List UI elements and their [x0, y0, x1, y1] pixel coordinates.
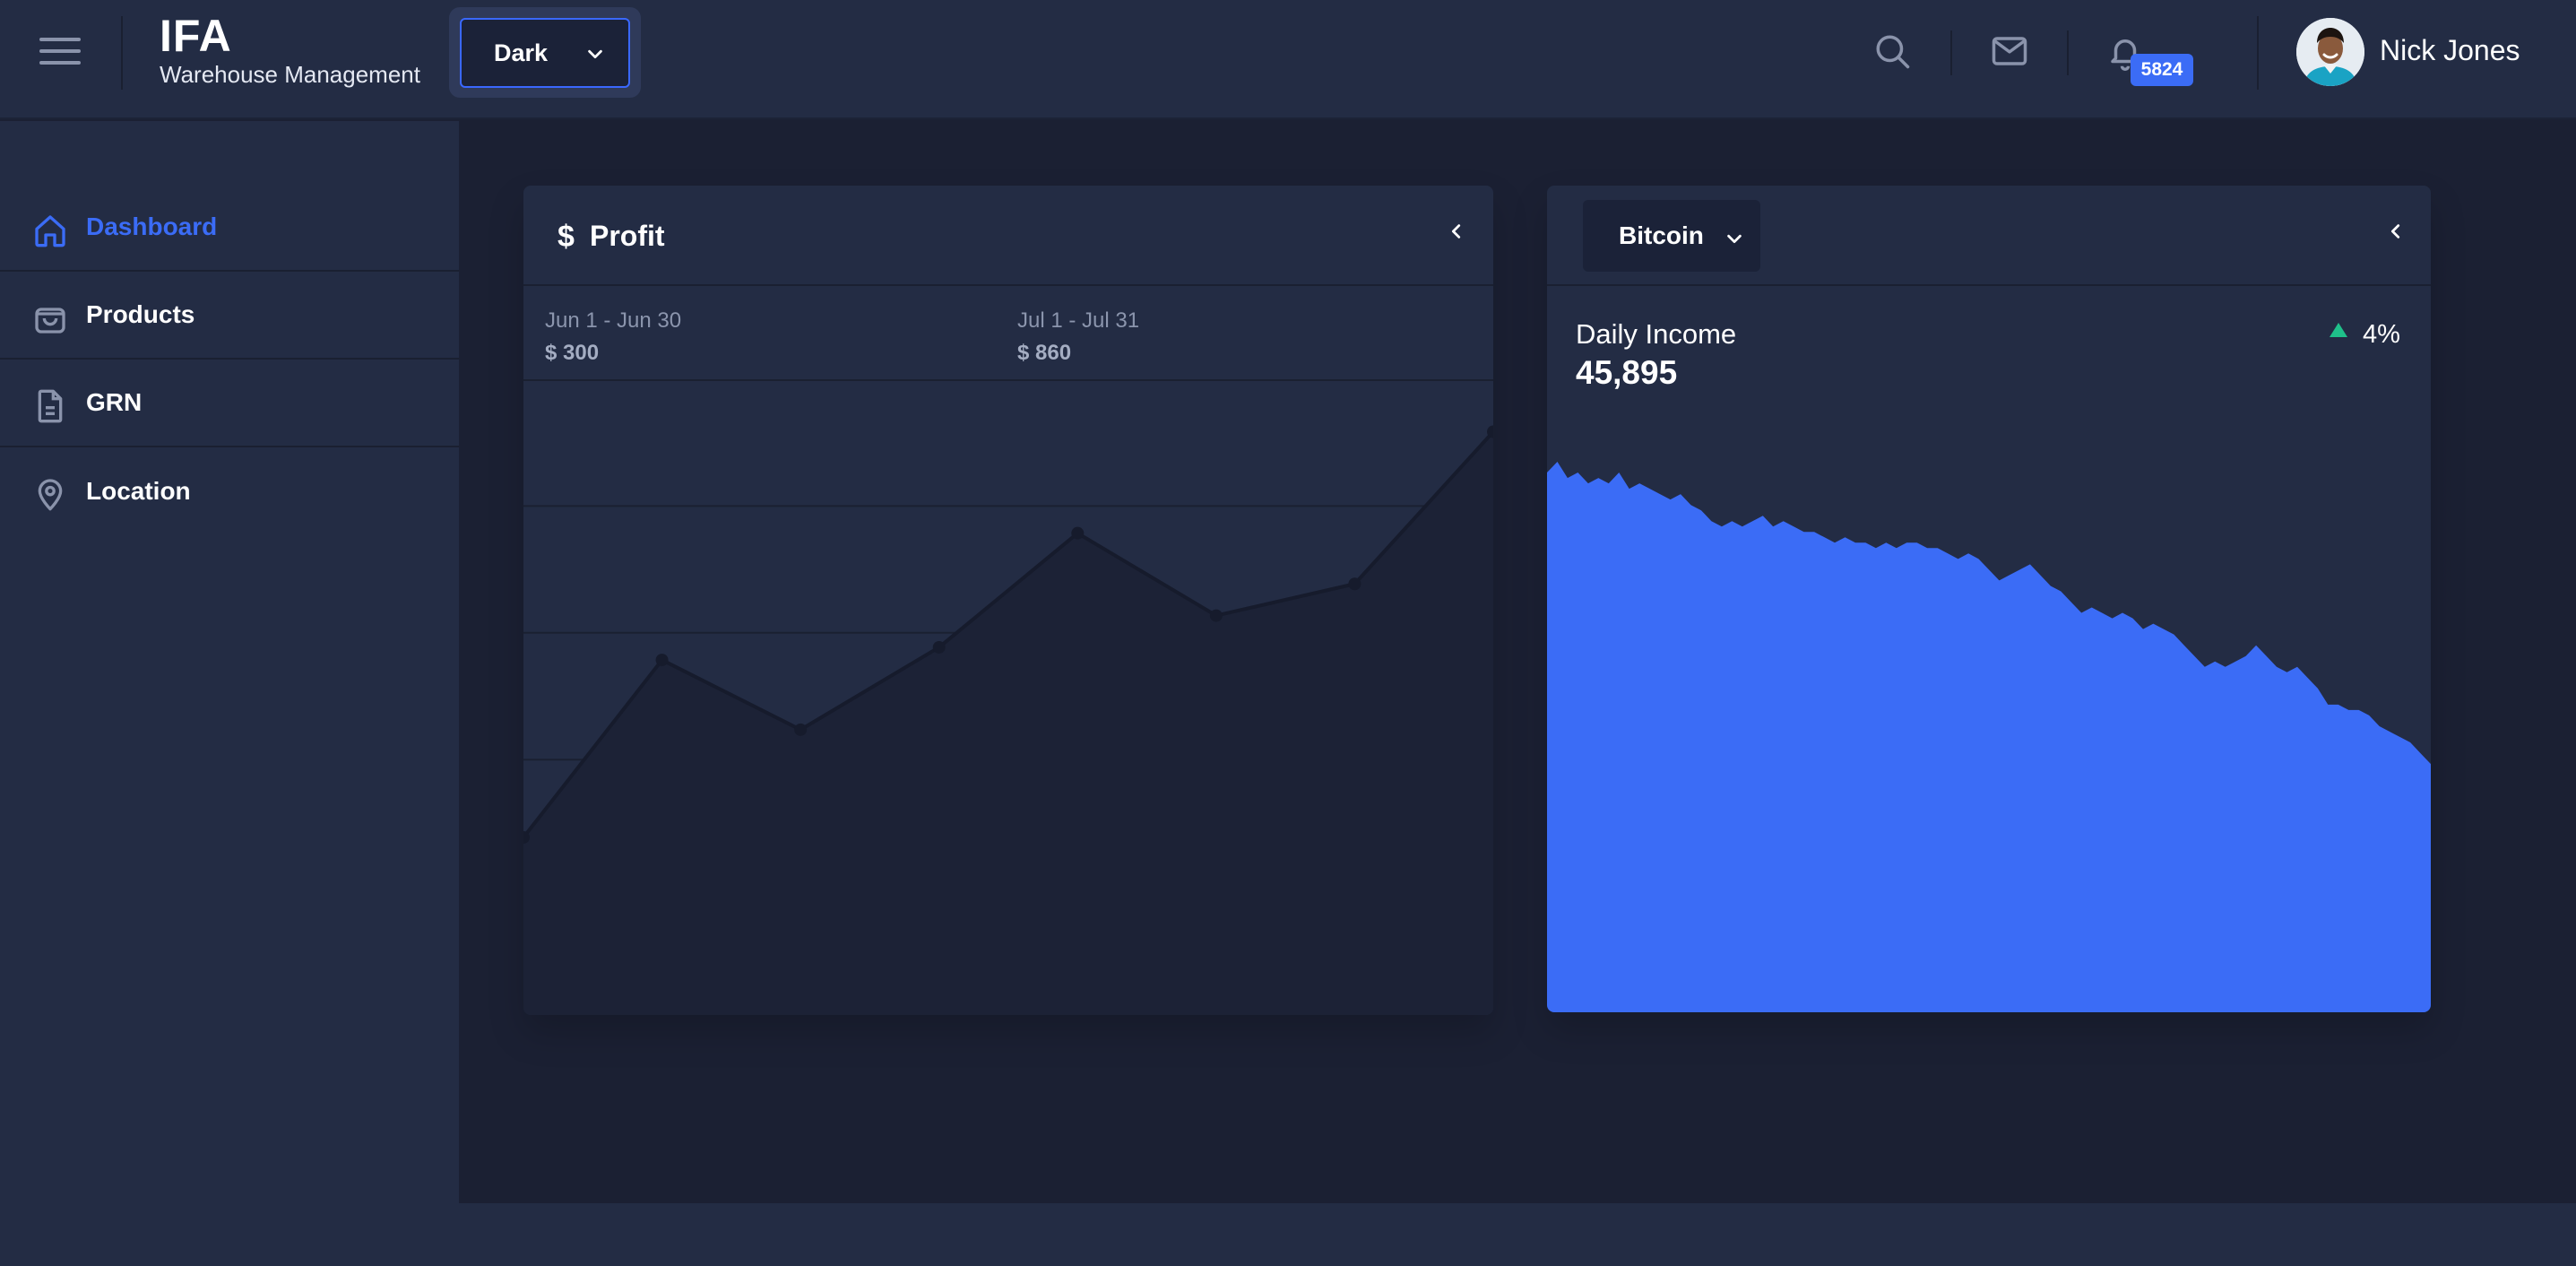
theme-select-focus-ring: Dark — [449, 7, 641, 98]
divider — [2067, 30, 2069, 75]
period-amount: $ 860 — [1017, 341, 1072, 365]
brand: IFA Warehouse Management — [160, 13, 420, 88]
profit-area — [523, 431, 1493, 1015]
footer — [459, 1203, 2576, 1266]
profit-data-point[interactable] — [1348, 577, 1361, 591]
sidebar-item-label: Location — [86, 477, 191, 505]
search-icon[interactable] — [1873, 32, 1911, 70]
income-area-chart — [1547, 462, 2431, 1012]
period-amount: $ 300 — [545, 341, 600, 365]
profit-card-title: Profit — [590, 220, 665, 252]
coin-card-header: Bitcoin — [1547, 186, 2431, 286]
profit-data-point[interactable] — [794, 723, 808, 736]
profit-data-point[interactable] — [1209, 609, 1223, 622]
profit-card-header: $ Profit — [523, 186, 1493, 286]
profit-data-point[interactable] — [1071, 526, 1085, 540]
map-pin-icon — [38, 479, 63, 511]
chevron-down-icon — [588, 49, 602, 59]
avatar[interactable] — [2296, 18, 2364, 86]
sidebar-item-location[interactable]: Location — [0, 447, 459, 535]
home-icon — [35, 215, 65, 247]
sidebar-item-dashboard[interactable]: Dashboard — [0, 184, 459, 272]
period-range: Jun 1 - Jun 30 — [545, 308, 682, 333]
brand-title: IFA — [160, 11, 232, 61]
trend-up-icon — [2330, 323, 2347, 337]
metric-value: 45,895 — [1576, 354, 1678, 391]
theme-select-value: Dark — [494, 39, 549, 66]
mail-icon[interactable] — [1990, 32, 2029, 70]
chevron-left-icon[interactable] — [2386, 221, 2406, 241]
period-range: Jul 1 - Jul 31 — [1017, 308, 1140, 333]
profit-data-point[interactable] — [932, 640, 946, 654]
divider — [1950, 30, 1952, 75]
menu-icon[interactable] — [39, 38, 81, 68]
theme-select[interactable]: Dark — [460, 18, 630, 88]
brand-subtitle: Warehouse Management — [160, 61, 420, 88]
sidebar-item-label: Dashboard — [86, 212, 218, 240]
metric-label: Daily Income — [1576, 318, 1737, 350]
chevron-left-icon[interactable] — [1447, 221, 1466, 241]
sidebar-item-label: Products — [86, 300, 195, 328]
coin-select-value: Bitcoin — [1619, 221, 1704, 249]
divider — [121, 16, 123, 90]
sidebar: Dashboard Products GRN Location — [0, 121, 459, 1266]
sidebar-item-products[interactable]: Products — [0, 272, 459, 360]
divider — [2257, 16, 2259, 90]
coin-select[interactable]: Bitcoin — [1583, 200, 1760, 272]
notification-badge: 5824 — [2131, 54, 2193, 86]
shopping-bag-icon — [35, 308, 65, 334]
period-summary: Jun 1 - Jun 30 $ 300 — [545, 308, 681, 366]
sidebar-item-grn[interactable]: GRN — [0, 360, 459, 447]
income-area-series — [1547, 462, 2431, 1012]
dollar-icon: $ — [558, 220, 575, 254]
coin-income-card: Bitcoin Daily Income 45,895 4% — [1547, 186, 2431, 1012]
profit-data-point[interactable] — [655, 654, 669, 667]
profit-line-chart — [523, 425, 1493, 1015]
period-summary: Jul 1 - Jul 31 $ 860 — [1017, 308, 1139, 366]
chevron-down-icon — [1727, 234, 1742, 244]
metric-change: 4% — [2363, 320, 2400, 349]
avatar-image — [2296, 18, 2364, 86]
user-name[interactable]: Nick Jones — [2380, 34, 2520, 67]
top-bar: IFA Warehouse Management Dark 5824 Nick … — [0, 0, 2576, 119]
sidebar-item-label: GRN — [86, 388, 143, 416]
document-icon — [38, 389, 63, 423]
profit-card: $ Profit Jun 1 - Jun 30 $ 300 Jul 1 - Ju… — [523, 186, 1493, 1015]
